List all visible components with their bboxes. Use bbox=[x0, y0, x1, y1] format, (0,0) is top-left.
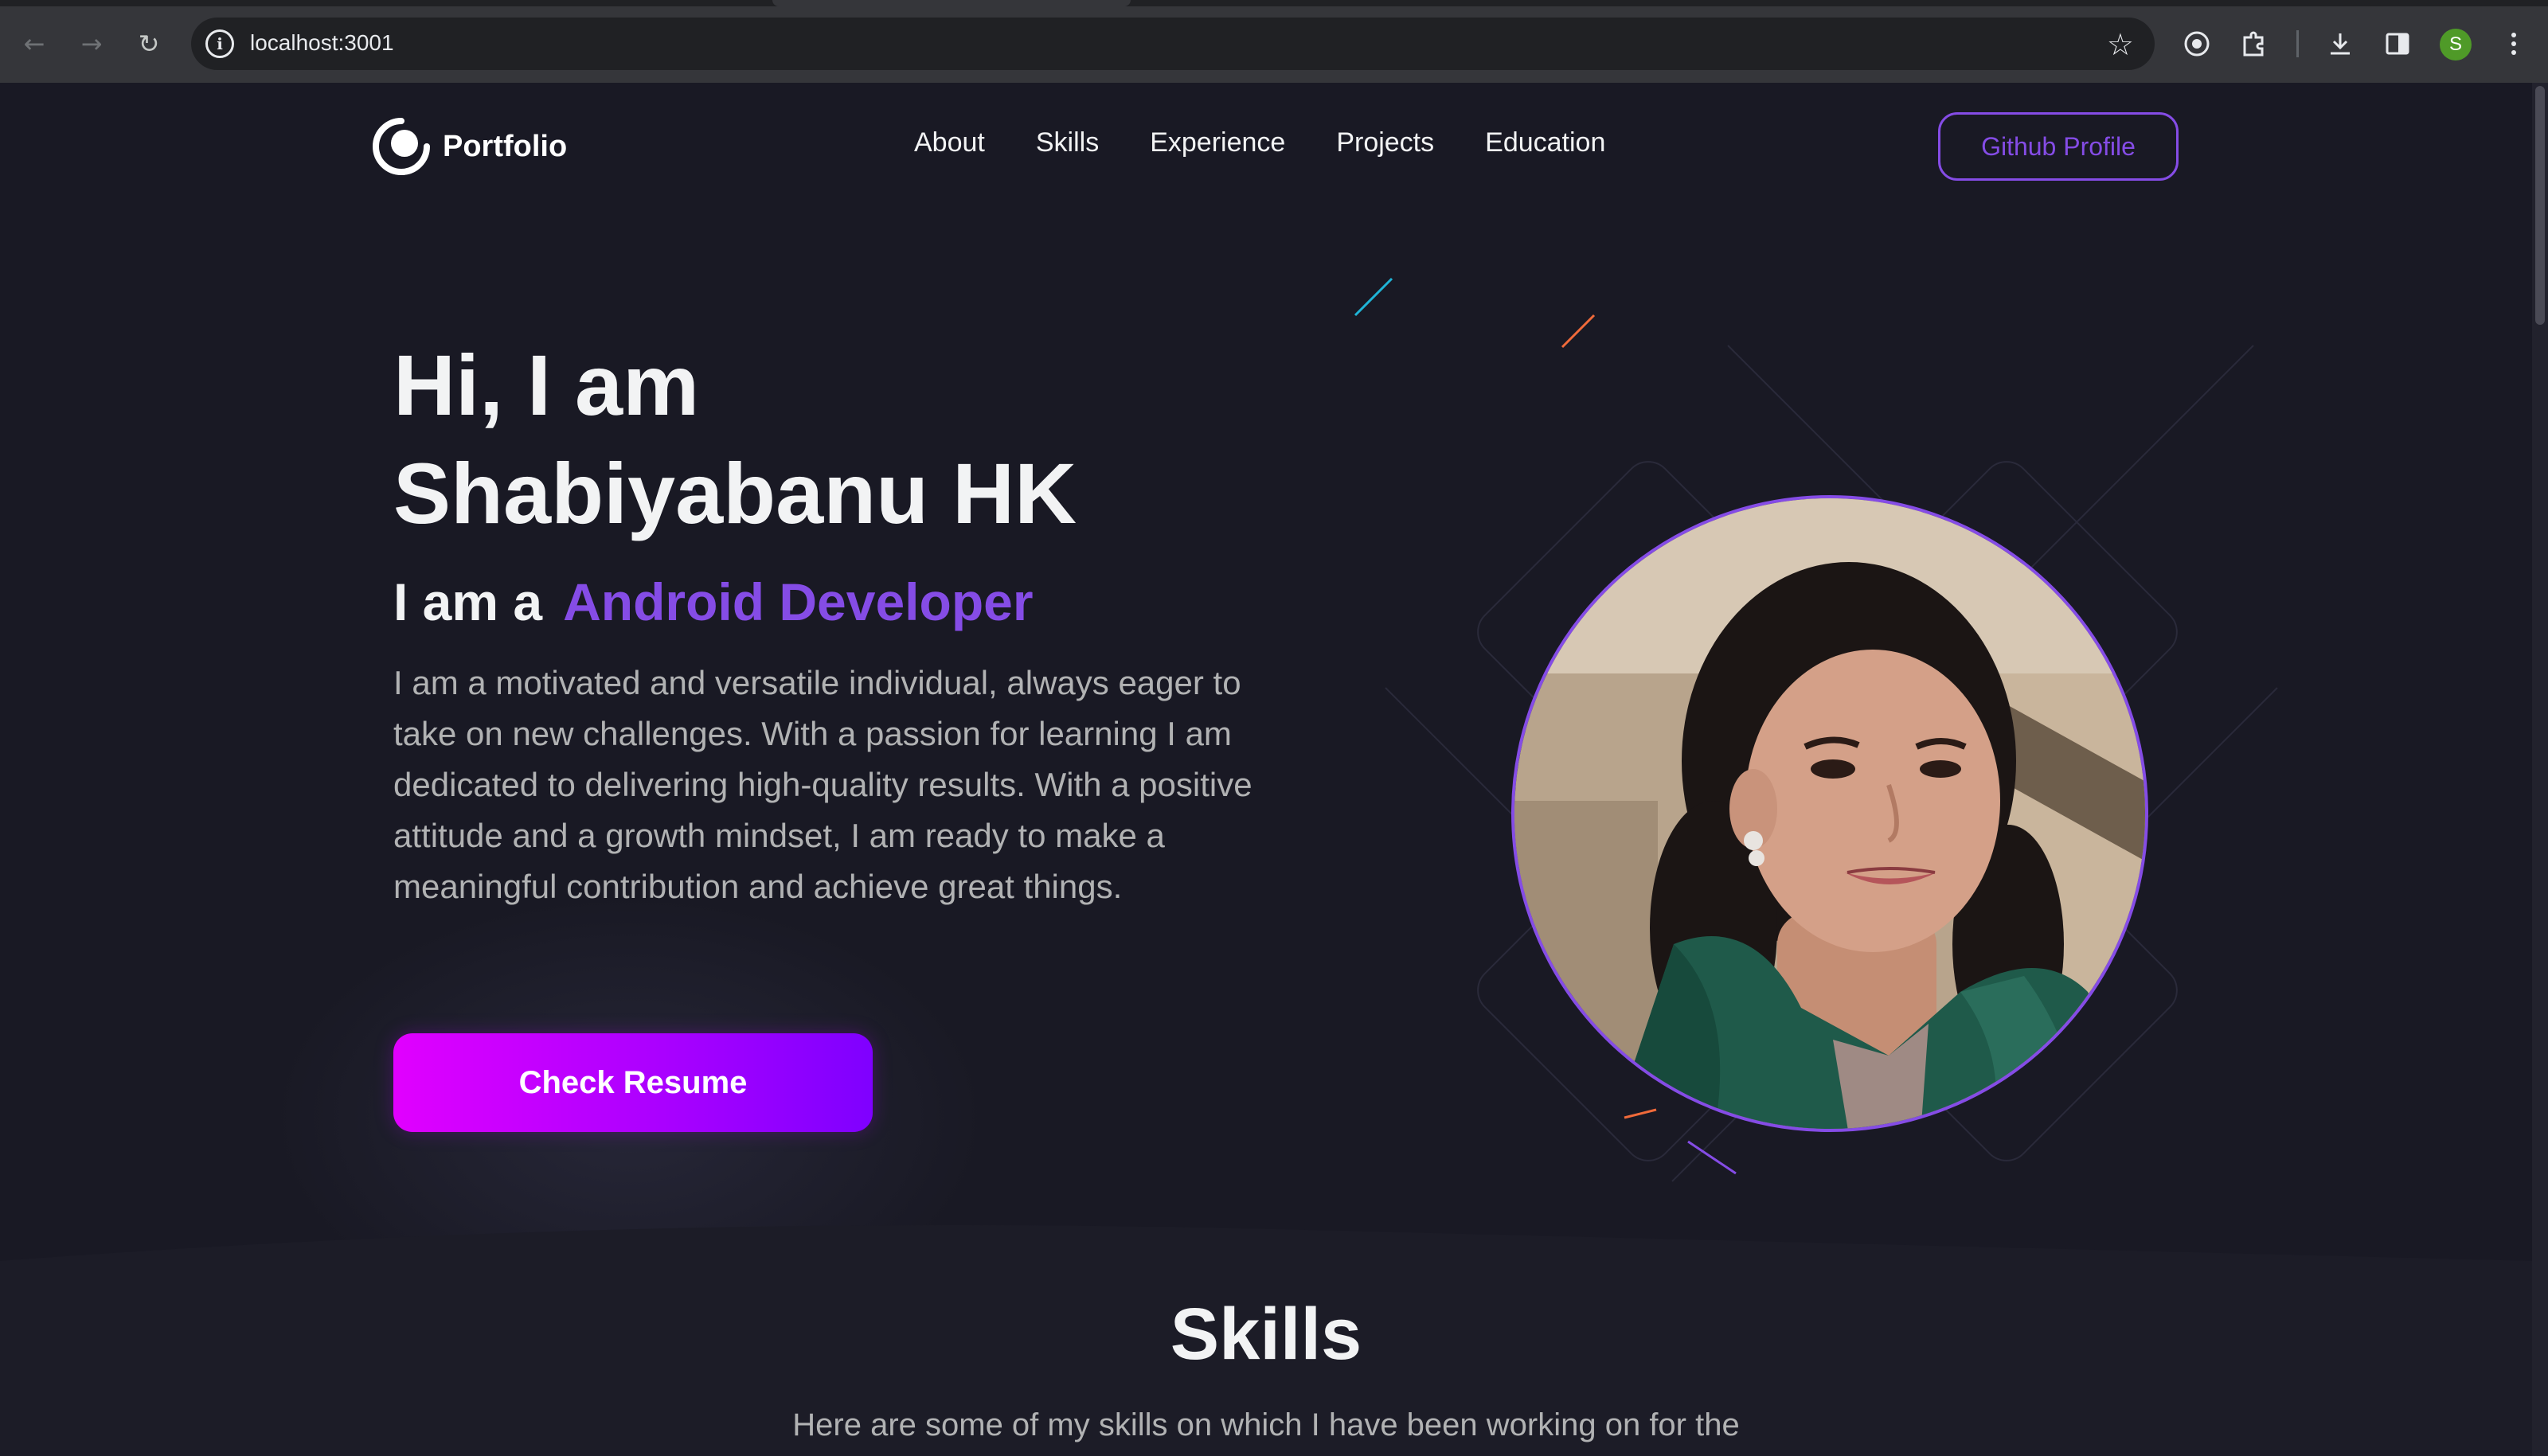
extensions-puzzle-icon[interactable] bbox=[2234, 24, 2274, 64]
skills-section-description: Here are some of my skills on which I ha… bbox=[792, 1407, 1740, 1442]
page-scrollbar[interactable] bbox=[2532, 83, 2548, 1456]
address-bar[interactable]: i localhost:3001 ☆ bbox=[191, 18, 2155, 70]
active-tab[interactable] bbox=[772, 0, 1131, 6]
skills-section-title: Skills bbox=[1170, 1294, 1362, 1375]
nav-link-projects[interactable]: Projects bbox=[1336, 127, 1434, 158]
check-resume-button[interactable]: Check Resume bbox=[393, 1033, 873, 1132]
role-prefix: I am a bbox=[393, 572, 543, 631]
profile-photo-illustration bbox=[1514, 498, 2145, 1129]
nav-link-experience[interactable]: Experience bbox=[1150, 127, 1285, 158]
logo-text: Portfolio bbox=[443, 129, 568, 163]
scrollbar-thumb[interactable] bbox=[2535, 86, 2545, 325]
nav-link-education[interactable]: Education bbox=[1485, 127, 1605, 158]
nav-links: About Skills Experience Projects Educati… bbox=[914, 127, 1605, 158]
hero-name: Shabiyabanu HK bbox=[393, 445, 1077, 541]
role-typewriter: Android Developer bbox=[563, 572, 1034, 631]
nav-link-skills[interactable]: Skills bbox=[1036, 127, 1099, 158]
github-profile-button[interactable]: Github Profile bbox=[1938, 112, 2179, 181]
side-panel-icon[interactable] bbox=[2378, 24, 2417, 64]
bookmark-star-icon[interactable]: ☆ bbox=[2107, 27, 2134, 62]
browser-toolbar: ← → ↻ i localhost:3001 ☆ S bbox=[0, 0, 2548, 83]
hero-image-area bbox=[1354, 242, 2309, 1245]
hero-title: Hi, I am Shabiyabanu HK bbox=[393, 331, 1077, 548]
hero-role: I am a Android Developer bbox=[393, 572, 1034, 632]
address-url[interactable]: localhost:3001 bbox=[250, 30, 394, 56]
extension-target-icon[interactable] bbox=[2177, 24, 2217, 64]
site-info-icon[interactable]: i bbox=[205, 29, 234, 58]
site-logo[interactable]: Portfolio bbox=[373, 118, 567, 175]
portfolio-page: Portfolio About Skills Experience Projec… bbox=[0, 83, 2548, 1456]
download-icon[interactable] bbox=[2320, 24, 2360, 64]
tab-strip bbox=[0, 0, 2548, 6]
profile-avatar[interactable]: S bbox=[2440, 29, 2472, 61]
back-icon[interactable]: ← bbox=[16, 25, 53, 62]
profile-photo bbox=[1511, 495, 2148, 1132]
forward-icon[interactable]: → bbox=[73, 25, 110, 62]
hero-description: I am a motivated and versatile individua… bbox=[393, 664, 1253, 905]
logo-icon bbox=[373, 118, 430, 175]
nav-link-about[interactable]: About bbox=[914, 127, 985, 158]
site-navbar: Portfolio About Skills Experience Projec… bbox=[0, 83, 2532, 210]
hero-title-line1: Hi, I am bbox=[393, 337, 700, 433]
reload-icon[interactable]: ↻ bbox=[131, 25, 167, 62]
menu-dots-icon[interactable] bbox=[2494, 24, 2534, 64]
toolbar-separator bbox=[2296, 30, 2299, 57]
